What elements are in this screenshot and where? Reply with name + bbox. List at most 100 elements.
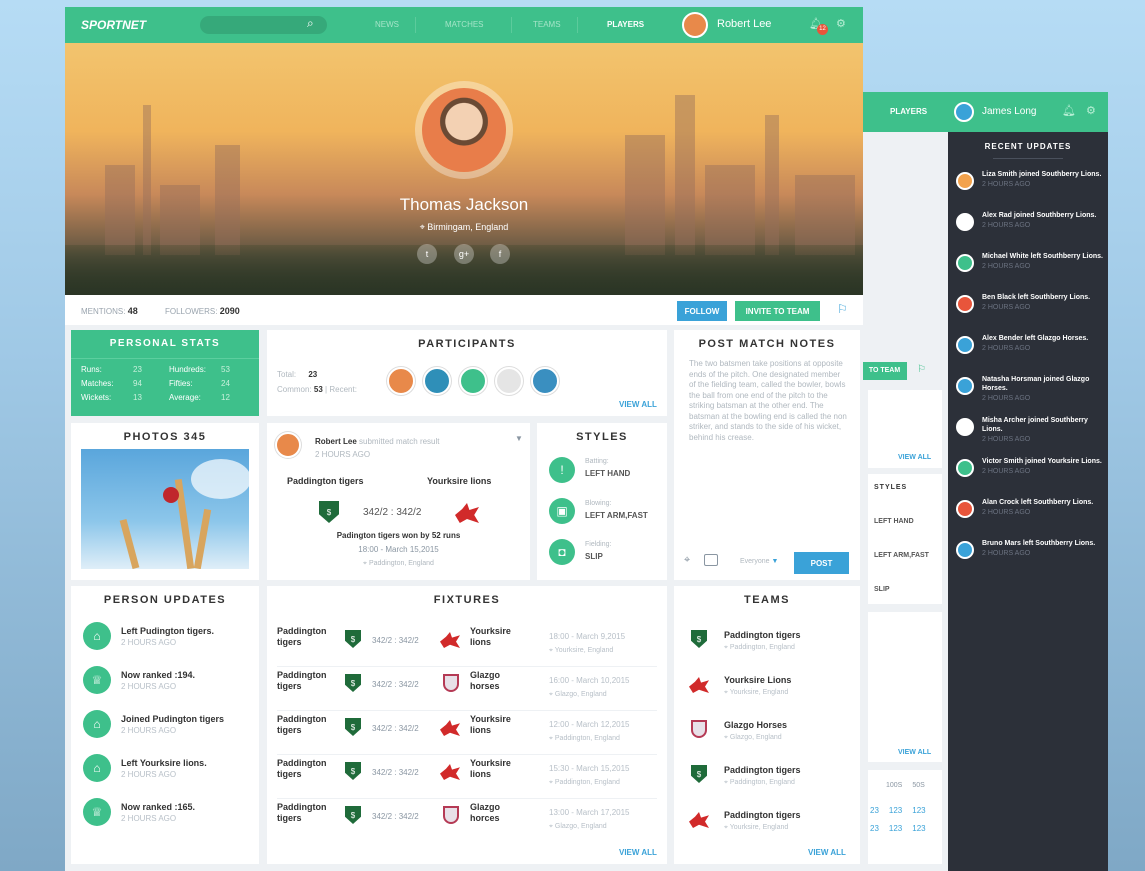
update-content: Misha Archer joined Southberry Lions. 2 H…: [982, 416, 1106, 443]
image-icon[interactable]: [704, 554, 718, 566]
update-content: Victor Smith joined Yourksire Lions. 2 HO…: [982, 457, 1102, 477]
twitter-icon[interactable]: t: [417, 244, 437, 264]
stats-col-50s: 50S: [912, 782, 925, 789]
person-update-item: ⌂ Joined Pudington tigers 2 HOURS AGO: [83, 710, 253, 740]
fixture-row[interactable]: Paddington tigers $342/2 : 342/2 Glazgo ho…: [277, 668, 657, 711]
team-a-name[interactable]: Paddington tigers: [277, 670, 337, 692]
followers-label: FOLLOWERS:: [165, 307, 218, 316]
recent-update-item[interactable]: Misha Archer joined Southberry Lions. 2 H…: [956, 416, 1106, 443]
team-name[interactable]: Paddington tigers: [724, 765, 801, 775]
recent-update-item[interactable]: Ben Black left Southberry Lions. 2 HOURS …: [956, 293, 1106, 313]
google-plus-icon[interactable]: g+: [454, 244, 474, 264]
team-b-name[interactable]: Yourksire lions: [470, 714, 530, 736]
chevron-down-icon[interactable]: ▼: [515, 434, 523, 443]
facebook-icon[interactable]: f: [490, 244, 510, 264]
audience-select[interactable]: Everyone ▼: [740, 558, 778, 565]
batting-value: LEFT HAND: [585, 469, 631, 478]
flag-icon[interactable]: ⚐: [837, 302, 848, 316]
team-b-name[interactable]: Glazgo horces: [470, 802, 530, 824]
participant-avatar[interactable]: [495, 367, 523, 395]
post-match-notes-text[interactable]: The two batsmen take positions at opposi…: [689, 359, 847, 443]
team-item[interactable]: $ Paddington tigers ⌖ Paddington, England: [689, 626, 859, 660]
fixture-row[interactable]: Paddington tigers $342/2 : 342/2 Yourksire…: [277, 756, 657, 799]
team-item[interactable]: Glazgo Horses ⌖ Glazgo, England: [689, 716, 859, 750]
nav-news[interactable]: NEWS: [375, 20, 399, 29]
recent-update-item[interactable]: Alan Crock left Southberry Lions. 2 HOURS…: [956, 498, 1106, 518]
photos-title[interactable]: PHOTOS 345: [71, 431, 259, 443]
teams-view-all[interactable]: VIEW ALL: [808, 848, 846, 857]
invite-to-team-button[interactable]: INVITE TO TEAM: [735, 301, 820, 321]
fixture-row[interactable]: Paddington tigers $342/2 : 342/2 Yourksire…: [277, 712, 657, 755]
recent-update-item[interactable]: Michael White left Southberry Lions. 2 HO…: [956, 252, 1106, 272]
team-name[interactable]: Glazgo Horses: [724, 720, 787, 730]
recent-update-item[interactable]: Liza Smith joined Southberry Lions. 2 HOU…: [956, 170, 1106, 190]
trophy-icon: ♕: [83, 666, 111, 694]
team-a-name[interactable]: Paddington tigers: [277, 758, 337, 780]
secondary-flag-icon[interactable]: ⚐: [917, 364, 926, 375]
stat-label: Runs:: [81, 365, 102, 374]
follow-button[interactable]: FOLLOW: [677, 301, 727, 321]
nav-players[interactable]: PLAYERS: [607, 20, 644, 29]
team-name[interactable]: Yourksire Lions: [724, 675, 791, 685]
post-button[interactable]: POST: [794, 552, 849, 574]
team-name[interactable]: Paddington tigers: [724, 630, 801, 640]
recent-update-item[interactable]: Alex Bender left Glazgo Horses. 2 HOURS A…: [956, 334, 1106, 354]
team-a-name[interactable]: Paddington tigers: [277, 626, 337, 648]
participant-avatar[interactable]: [531, 367, 559, 395]
fixture-row[interactable]: Paddington tigers $342/2 : 342/2 Glazgo ho…: [277, 800, 657, 840]
nav-teams[interactable]: TEAMS: [533, 20, 561, 29]
search-icon[interactable]: ⌕: [307, 16, 314, 31]
fielding-icon: ◘: [549, 539, 575, 565]
team-item[interactable]: $ Paddington tigers ⌖ Paddington, England: [689, 761, 859, 795]
participant-avatar[interactable]: [423, 367, 451, 395]
user-avatar: [956, 500, 974, 518]
participant-avatars: [387, 367, 559, 395]
team-location: ⌖ Yourksire, England: [724, 824, 788, 832]
team-b-name[interactable]: Yourksire lions: [470, 626, 530, 648]
profile-avatar: [422, 88, 506, 172]
cricket-photo[interactable]: [81, 449, 249, 569]
secondary-invite-button[interactable]: TO TEAM: [862, 362, 907, 380]
common-label: Common:: [277, 385, 312, 394]
app-logo[interactable]: SPORTNET: [81, 18, 146, 32]
participant-avatar[interactable]: [459, 367, 487, 395]
recent-update-item[interactable]: Victor Smith joined Yourksire Lions. 2 HO…: [956, 457, 1106, 477]
recent-update-item[interactable]: Alex Rad joined Southberry Lions. 2 HOURS…: [956, 211, 1106, 231]
team-location-text: Paddington, England: [729, 644, 795, 651]
team-b-name[interactable]: Yourksire lions: [427, 476, 491, 486]
team-item[interactable]: Paddington tigers ⌖ Yourksire, England: [689, 806, 859, 840]
team-a-name[interactable]: Paddington tigers: [287, 476, 364, 486]
poster-avatar[interactable]: [275, 432, 301, 458]
user-name[interactable]: Robert Lee: [717, 18, 771, 30]
nav-matches[interactable]: MATCHES: [445, 20, 484, 29]
team-item[interactable]: Yourksire Lions ⌖ Yourksire, England: [689, 671, 859, 705]
stat-label: Wickets:: [81, 393, 112, 402]
gear-icon[interactable]: ⚙: [836, 17, 846, 30]
location-pin-icon[interactable]: ⌖: [684, 554, 690, 567]
participant-avatar[interactable]: [387, 367, 415, 395]
poster-name[interactable]: Robert Lee: [315, 437, 357, 446]
team-b-name[interactable]: Yourksire lions: [470, 758, 530, 780]
divider: [277, 754, 657, 755]
stats-cell: 123: [888, 806, 903, 815]
secondary-avatar[interactable]: [954, 102, 974, 122]
team-location-text: Yourksire, England: [729, 824, 789, 831]
bell-icon[interactable]: 🔔︎: [1062, 104, 1076, 117]
secondary-nav-players[interactable]: PLAYERS: [890, 107, 927, 116]
fixture-row[interactable]: Paddington tigers $342/2 : 342/2 Yourksire…: [277, 624, 657, 667]
recent-update-item[interactable]: Bruno Mars left Southberry Lions. 2 HOURS…: [956, 539, 1106, 559]
gear-icon[interactable]: ⚙: [1086, 104, 1096, 117]
dragon-crest-icon: [440, 764, 460, 780]
team-name[interactable]: Paddington tigers: [724, 810, 801, 820]
fixtures-view-all[interactable]: VIEW ALL: [619, 848, 657, 857]
divider: [277, 798, 657, 799]
secondary-user-name[interactable]: James Long: [982, 106, 1036, 117]
participants-view-all[interactable]: VIEW ALL: [619, 400, 657, 409]
secondary-fixtures-view-all[interactable]: VIEW ALL: [898, 749, 931, 756]
team-b-name[interactable]: Glazgo horses: [470, 670, 530, 692]
secondary-view-all[interactable]: VIEW ALL: [898, 454, 931, 461]
team-a-name[interactable]: Paddington tigers: [277, 802, 337, 824]
team-a-name[interactable]: Paddington tigers: [277, 714, 337, 736]
recent-update-item[interactable]: Natasha Horsman joined Glazgo Horses. 2 H…: [956, 375, 1106, 402]
user-avatar[interactable]: [682, 12, 708, 38]
